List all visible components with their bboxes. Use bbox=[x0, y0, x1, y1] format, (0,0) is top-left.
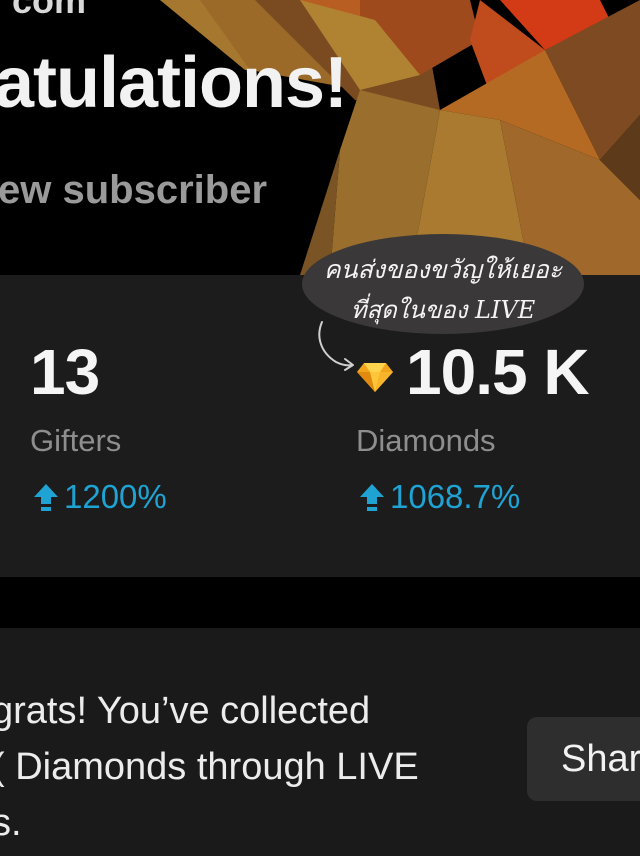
arrow-up-icon bbox=[34, 484, 58, 511]
arrow-up-icon bbox=[360, 484, 384, 511]
hero-banner: com atulations! ew subscriber bbox=[0, 0, 640, 275]
congrats-message: grats! You’ve collected ( Diamonds throu… bbox=[0, 683, 512, 851]
header-partial-text: com bbox=[12, 0, 87, 21]
annotation-line-1: คนส่งของขวัญให้เยอะ bbox=[323, 255, 563, 284]
new-subscriber-subtitle: ew subscriber bbox=[0, 168, 268, 212]
message-line-1: grats! You’ve collected bbox=[0, 690, 371, 732]
gifters-change-value: 1200% bbox=[64, 478, 167, 515]
message-card: grats! You’ve collected ( Diamonds throu… bbox=[0, 628, 640, 856]
diamonds-label: Diamonds bbox=[356, 423, 496, 458]
gifters-count: 13 bbox=[30, 336, 100, 408]
congratulations-title: atulations! bbox=[0, 43, 348, 123]
diamond-icon bbox=[357, 363, 393, 392]
diamonds-count: 10.5 K bbox=[406, 336, 590, 408]
diamonds-change-value: 1068.7% bbox=[390, 478, 521, 515]
gifters-change: 1200% bbox=[32, 478, 167, 516]
share-button[interactable]: Shar bbox=[527, 717, 640, 801]
message-line-2: ( Diamonds through LIVE bbox=[0, 746, 419, 788]
diamonds-change: 1068.7% bbox=[358, 478, 520, 516]
message-line-3: s. bbox=[0, 802, 22, 844]
section-gap bbox=[0, 577, 640, 627]
gifters-label: Gifters bbox=[30, 423, 122, 458]
annotation-arrow-icon bbox=[318, 321, 354, 371]
